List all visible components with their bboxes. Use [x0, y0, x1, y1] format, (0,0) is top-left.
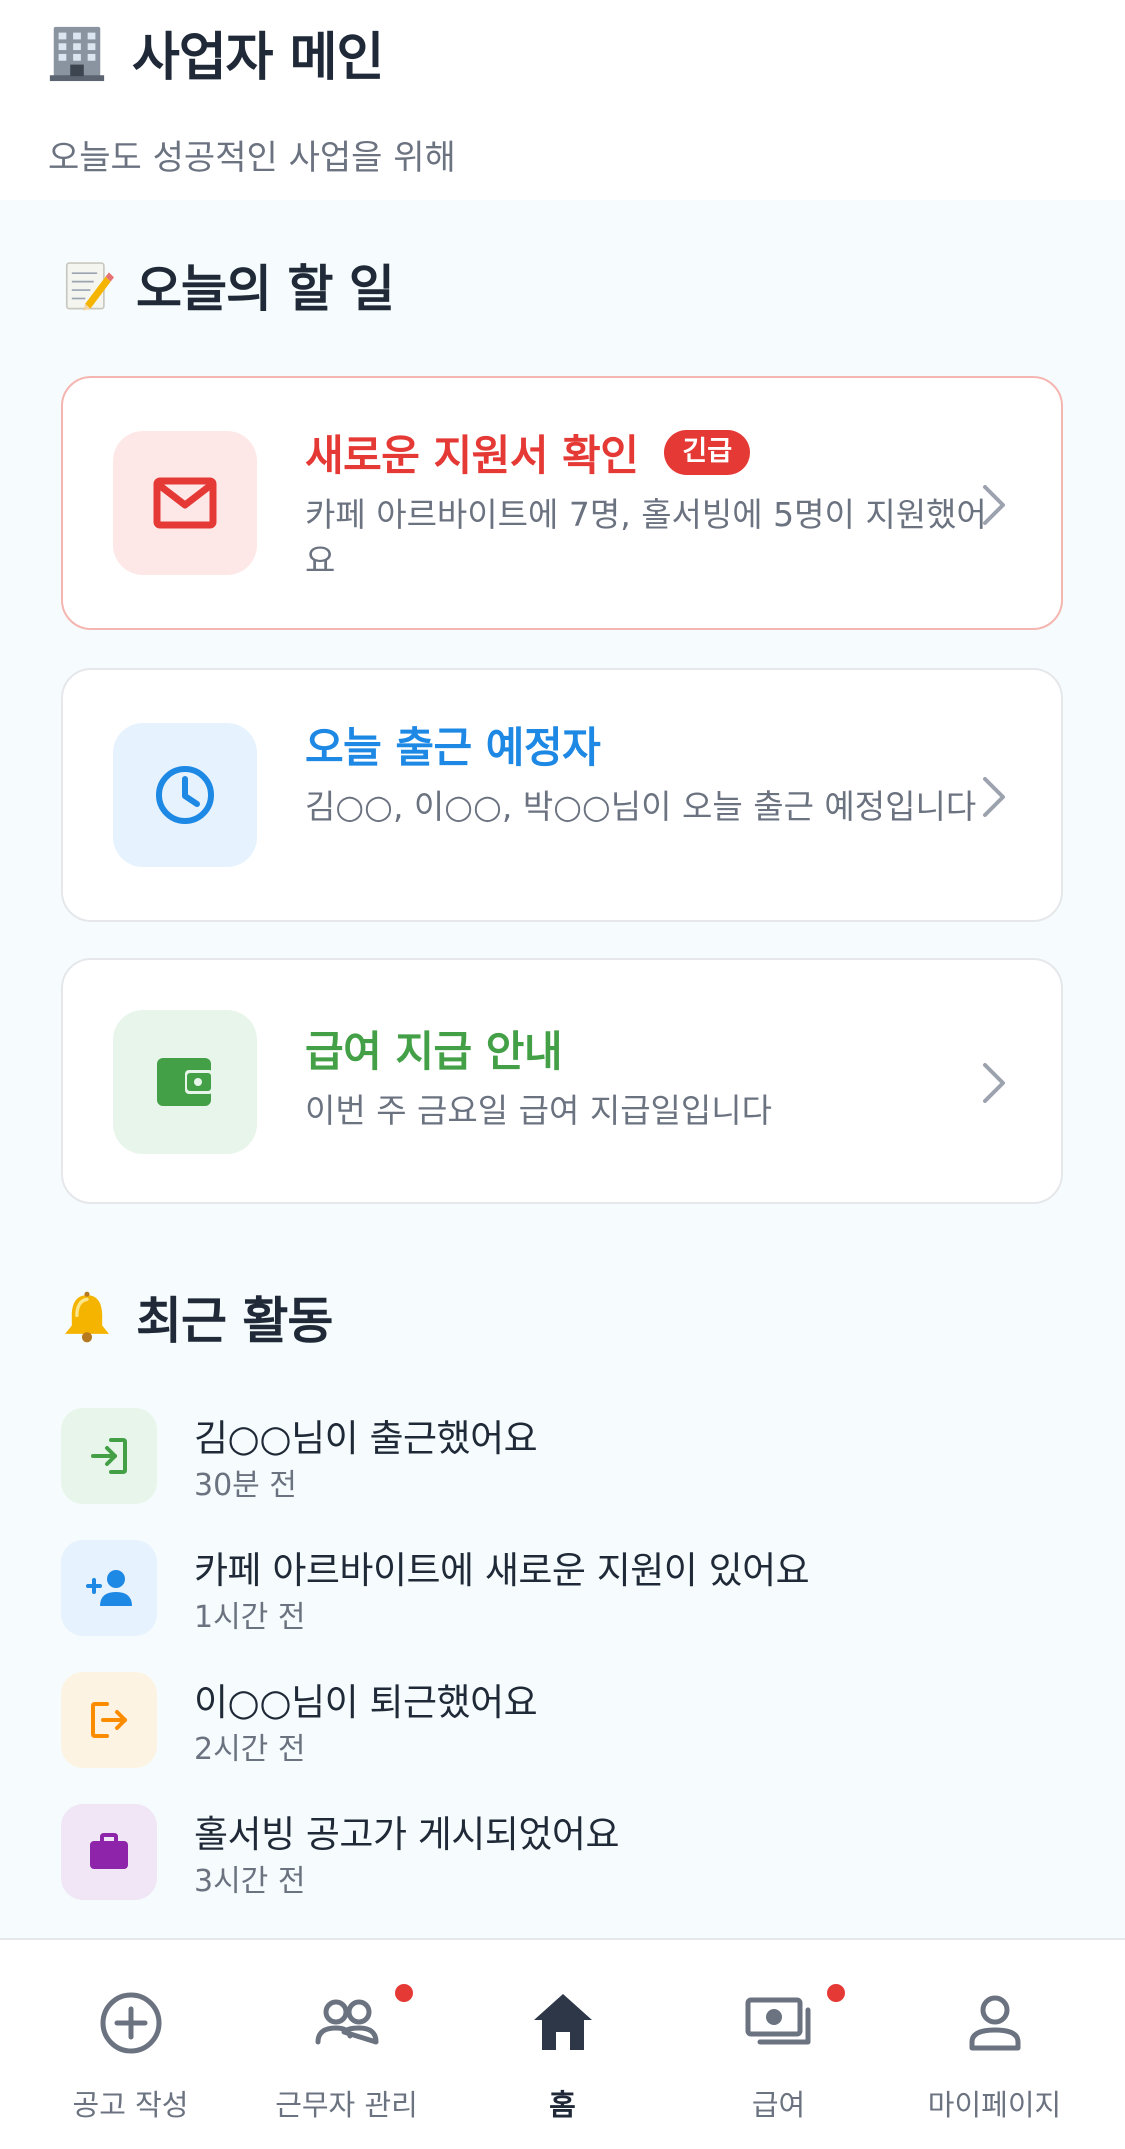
task-icon-box [113, 431, 257, 575]
task-icon-box [113, 1010, 257, 1154]
nav-item-payroll[interactable]: 급여 [666, 1940, 891, 2149]
notification-dot [395, 1984, 413, 2002]
nav-label: 급여 [751, 2088, 806, 2122]
wallet-icon [157, 1058, 213, 1106]
task-description: 카페 아르바이트에 7명, 홀서빙에 5명이 지원했어요 [305, 495, 987, 580]
task-title: 오늘 출근 예정자 [305, 723, 601, 772]
task-card-today-workers[interactable]: 오늘 출근 예정자 김○○, 이○○, 박○○님이 오늘 출근 예정입니다 [61, 668, 1063, 922]
activity-text: 홀서빙 공고가 게시되었어요 [194, 1813, 620, 1856]
notification-dot [827, 1984, 845, 2002]
activity-icon-box [61, 1672, 157, 1768]
money-icon [745, 1997, 810, 2045]
activity-text: 김○○님이 출근했어요 [194, 1417, 538, 1460]
mail-icon [153, 477, 217, 529]
home-icon [533, 1994, 592, 2050]
task-card-new-applications[interactable]: 새로운 지원서 확인 긴급 카페 아르바이트에 7명, 홀서빙에 5명이 지원했… [61, 376, 1063, 630]
nav-label: 공고 작성 [72, 2088, 189, 2122]
task-title-row: 새로운 지원서 확인 긴급 [305, 422, 751, 483]
task-card-payroll[interactable]: 급여 지급 안내 이번 주 금요일 급여 지급일입니다 [61, 958, 1063, 1204]
user-icon [969, 1995, 1020, 2051]
activity-time: 3시간 전 [194, 1864, 306, 1899]
activity-text: 이○○님이 퇴근했어요 [194, 1681, 538, 1724]
nav-item-mypage[interactable]: 마이페이지 [882, 1940, 1107, 2149]
activity-section-label: 최근 활동 [136, 1292, 333, 1350]
plus-circle-icon [100, 1992, 161, 2054]
nav-item-home[interactable]: 홈 [450, 1940, 675, 2149]
activity-icon-box [61, 1408, 157, 1504]
people-icon [315, 1999, 378, 2045]
page-subtitle: 오늘도 성공적인 사업을 위해 [48, 138, 456, 178]
chevron-right-icon [983, 777, 1005, 817]
activity-item[interactable]: 홀서빙 공고가 게시되었어요 3시간 전 [61, 1804, 1063, 1900]
task-description: 이번 주 금요일 급여 지급일입니다 [305, 1091, 772, 1130]
task-title-row: 급여 지급 안내 [305, 1018, 563, 1079]
activity-section-title: 최근 활동 [60, 1282, 333, 1352]
page-title: 사업자 메인 [132, 27, 384, 88]
nav-label: 마이페이지 [927, 2088, 1062, 2122]
task-title: 새로운 지원서 확인 [305, 431, 639, 480]
bottom-nav: 공고 작성 근무자 관리 홈 급여 마이페이지 [0, 1938, 1125, 2149]
briefcase-icon [90, 1833, 128, 1869]
chevron-right-icon [983, 1063, 1005, 1103]
header: 사업자 메인 오늘도 성공적인 사업을 위해 [0, 0, 1125, 200]
activity-text: 카페 아르바이트에 새로운 지원이 있어요 [194, 1549, 810, 1592]
activity-time: 30분 전 [194, 1468, 297, 1503]
office-building-emoji-icon [49, 26, 105, 82]
todo-section-label: 오늘의 할 일 [136, 260, 395, 318]
task-title-row: 오늘 출근 예정자 [305, 714, 601, 775]
task-description: 김○○, 이○○, 박○○님이 오늘 출근 예정입니다 [305, 787, 977, 826]
memo-emoji-icon [65, 262, 114, 311]
page-title-row: 사업자 메인 [46, 12, 384, 92]
login-icon [91, 1438, 127, 1474]
nav-item-post-job[interactable]: 공고 작성 [18, 1940, 243, 2149]
todo-section-title: 오늘의 할 일 [60, 250, 395, 320]
person-add-icon [86, 1570, 132, 1606]
activity-icon-box [61, 1540, 157, 1636]
activity-item[interactable]: 카페 아르바이트에 새로운 지원이 있어요 1시간 전 [61, 1540, 1063, 1636]
activity-time: 1시간 전 [194, 1600, 306, 1635]
activity-item[interactable]: 김○○님이 출근했어요 30분 전 [61, 1408, 1063, 1504]
nav-item-workers[interactable]: 근무자 관리 [234, 1940, 459, 2149]
nav-label: 근무자 관리 [275, 2088, 418, 2122]
activity-item[interactable]: 이○○님이 퇴근했어요 2시간 전 [61, 1672, 1063, 1768]
task-icon-box [113, 723, 257, 867]
logout-icon [91, 1702, 127, 1738]
urgent-badge: 긴급 [664, 430, 751, 475]
chevron-right-icon [983, 485, 1005, 525]
clock-icon [156, 766, 214, 824]
task-title: 급여 지급 안내 [305, 1027, 563, 1076]
activity-icon-box [61, 1804, 157, 1900]
bell-emoji-icon [65, 1291, 109, 1343]
nav-label: 홈 [549, 2088, 576, 2122]
activity-time: 2시간 전 [194, 1732, 306, 1767]
